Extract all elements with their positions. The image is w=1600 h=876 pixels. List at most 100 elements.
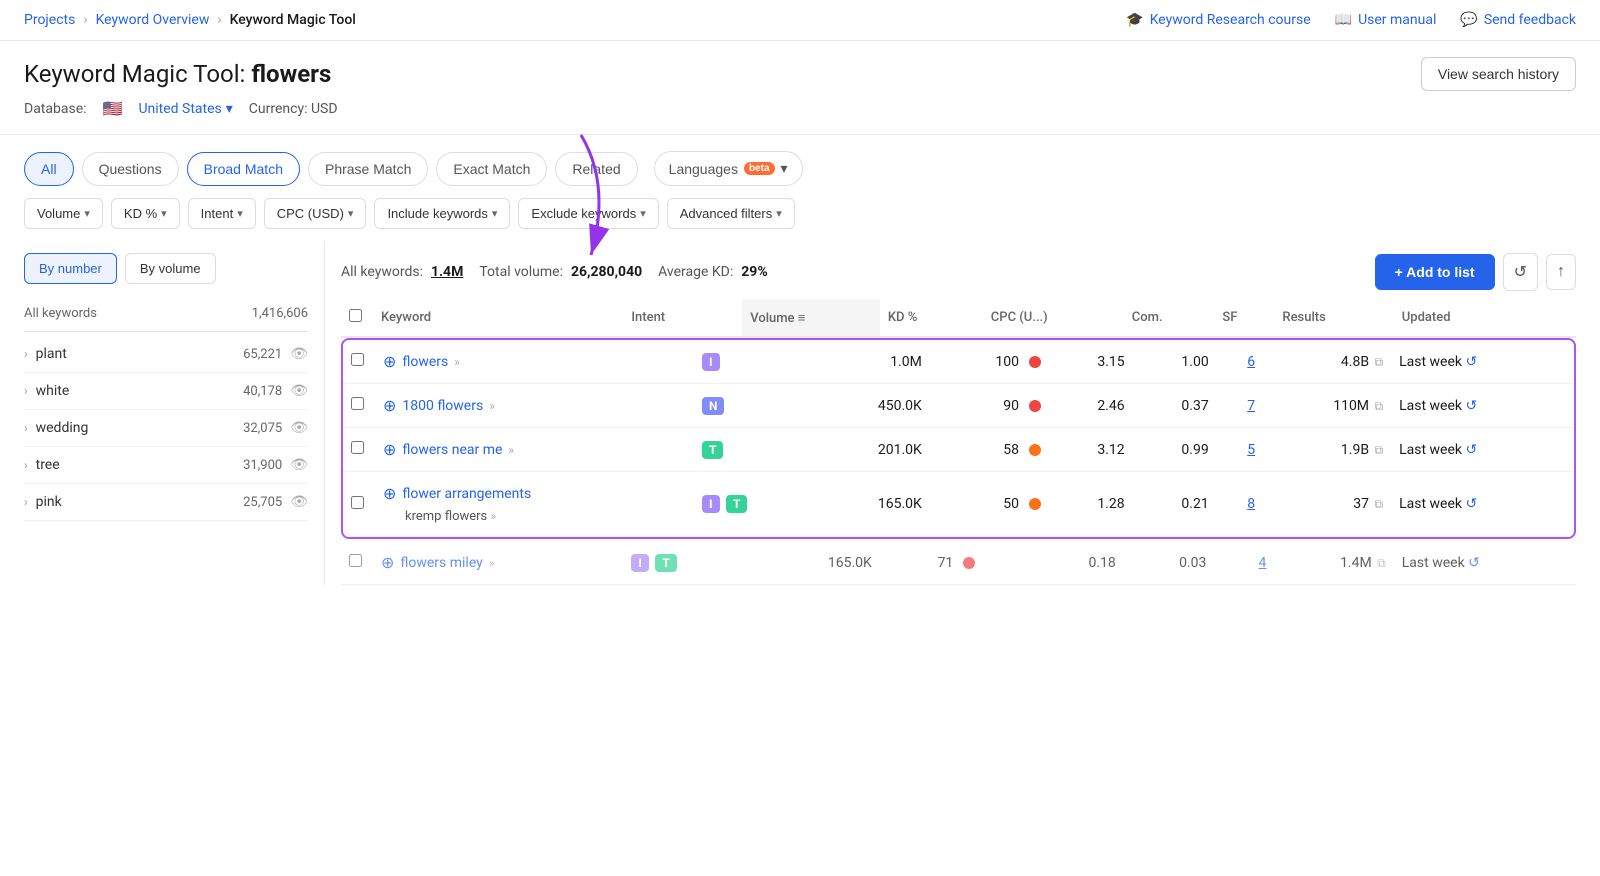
avg-kd-label: Average KD: [658, 264, 733, 280]
sidebar-item-plant[interactable]: › plant 65,221 👁 [24, 336, 308, 373]
view-history-button[interactable]: View search history [1421, 57, 1576, 91]
kd-filter[interactable]: KD % ▾ [111, 198, 180, 229]
book-icon: 📖 [1335, 12, 1352, 28]
arrow-expand-icon[interactable]: » [489, 399, 495, 413]
plus-circle-icon[interactable]: ⊕ [383, 484, 396, 503]
arrow-expand-icon[interactable]: » [489, 556, 495, 570]
breadcrumb-sep2: › [217, 12, 221, 28]
sidebar-item-pink[interactable]: › pink 25,705 👁 [24, 484, 308, 521]
user-manual-link[interactable]: 📖 User manual [1335, 12, 1437, 28]
tab-all[interactable]: All [24, 152, 74, 186]
breadcrumb-keyword-overview[interactable]: Keyword Overview [96, 12, 210, 28]
chevron-down-icon: ▾ [776, 207, 782, 220]
eye-icon[interactable]: 👁 [290, 420, 308, 436]
cpc-filter[interactable]: CPC (USD) ▾ [264, 198, 367, 229]
sidebar: By number By volume All keywords 1,416,6… [24, 241, 324, 585]
intent-filter[interactable]: Intent ▾ [188, 198, 256, 229]
send-feedback-label: Send feedback [1484, 12, 1576, 28]
expand-icon: › [24, 347, 28, 361]
send-feedback-link[interactable]: 💬 Send feedback [1460, 12, 1576, 28]
graduation-icon: 🎓 [1126, 12, 1143, 28]
select-all-checkbox[interactable] [349, 309, 362, 322]
tab-related[interactable]: Related [555, 152, 637, 186]
nav-links: 🎓 Keyword Research course 📖 User manual … [1126, 12, 1576, 28]
refresh-icon[interactable]: ↺ [1468, 555, 1480, 571]
include-keywords-filter[interactable]: Include keywords ▾ [374, 198, 510, 229]
message-icon: 💬 [1460, 12, 1477, 28]
page-header: Keyword Magic Tool: flowers View search … [0, 41, 1600, 91]
row-checkbox[interactable] [343, 428, 375, 472]
user-manual-label: User manual [1358, 12, 1436, 28]
volume-label: Volume [37, 206, 80, 221]
arrow-expand-icon[interactable]: » [508, 443, 514, 457]
sidebar-item-count: 31,900 [243, 458, 282, 473]
col-volume[interactable]: Volume ≡ [742, 299, 880, 337]
updated-cell: Last week ↺ [1391, 384, 1574, 428]
total-volume-label: Total volume: [479, 264, 563, 280]
breadcrumb: Projects › Keyword Overview › Keyword Ma… [24, 12, 356, 28]
row-checkbox[interactable] [341, 541, 373, 585]
sub-keyword: kremp flowers [405, 509, 487, 524]
breadcrumb-sep1: › [83, 12, 87, 28]
keyword-link[interactable]: flowers [402, 354, 448, 370]
export-button[interactable]: ↑ [1546, 254, 1576, 290]
updated-cell: Last week ↺ [1391, 428, 1574, 472]
exclude-keywords-filter[interactable]: Exclude keywords ▾ [518, 198, 658, 229]
col-cpc: CPC (U...) [983, 299, 1124, 337]
eye-icon[interactable]: 👁 [290, 346, 308, 362]
sf-cell: 6 [1217, 340, 1263, 384]
by-number-btn[interactable]: By number [24, 253, 117, 284]
table-row-flower-arrangements: ⊕ flower arrangements kremp flowers » [343, 472, 1574, 537]
sidebar-item-wedding[interactable]: › wedding 32,075 👁 [24, 410, 308, 447]
keyword-link[interactable]: flowers near me [402, 442, 502, 458]
tab-questions[interactable]: Questions [82, 152, 179, 186]
refresh-icon[interactable]: ↺ [1465, 398, 1477, 414]
page-title-keyword: flowers [251, 60, 331, 88]
advanced-filters[interactable]: Advanced filters ▾ [667, 198, 795, 229]
plus-circle-icon[interactable]: ⊕ [383, 440, 396, 459]
breadcrumb-projects[interactable]: Projects [24, 12, 75, 28]
intent-badge-t: T [655, 554, 676, 572]
keyword-research-course-link[interactable]: 🎓 Keyword Research course [1126, 12, 1310, 28]
eye-icon[interactable]: 👁 [290, 494, 308, 510]
breadcrumb-current: Keyword Magic Tool [230, 12, 356, 28]
plus-circle-icon[interactable]: ⊕ [381, 553, 394, 572]
row-checkbox[interactable] [343, 472, 375, 537]
tab-broad-match[interactable]: Broad Match [187, 152, 300, 186]
arrow-expand-icon[interactable]: » [491, 509, 497, 523]
plus-circle-icon[interactable]: ⊕ [383, 396, 396, 415]
refresh-button[interactable]: ↺ [1503, 253, 1538, 291]
eye-icon[interactable]: 👁 [290, 457, 308, 473]
results-cell: 37 ⧉ [1263, 472, 1391, 537]
keyword-link[interactable]: flower arrangements [402, 486, 531, 502]
chevron-down-icon: ▾ [237, 207, 243, 220]
eye-icon[interactable]: 👁 [290, 383, 308, 399]
updated-cell: Last week ↺ [1394, 541, 1576, 585]
refresh-icon[interactable]: ↺ [1465, 442, 1477, 458]
keyword-link[interactable]: 1800 flowers [402, 398, 483, 414]
tab-exact-match[interactable]: Exact Match [436, 152, 547, 186]
cpc-cell: 1.28 [1049, 472, 1133, 537]
refresh-icon[interactable]: ↺ [1465, 496, 1477, 512]
updated-cell: Last week ↺ [1391, 472, 1574, 537]
chevron-down-icon: ▾ [84, 207, 90, 220]
col-kd: KD % [880, 299, 983, 337]
advanced-label: Advanced filters [680, 206, 773, 221]
row-checkbox[interactable] [343, 384, 375, 428]
arrow-expand-icon[interactable]: » [454, 355, 460, 369]
content-area: By number By volume All keywords 1,416,6… [0, 241, 1600, 585]
volume-filter[interactable]: Volume ▾ [24, 198, 103, 229]
add-to-list-button[interactable]: + Add to list [1375, 254, 1495, 290]
sidebar-controls: By number By volume [24, 241, 308, 284]
by-volume-btn[interactable]: By volume [125, 253, 216, 284]
row-checkbox[interactable] [343, 340, 375, 384]
tab-languages[interactable]: Languages beta ▾ [654, 151, 803, 186]
tab-phrase-match[interactable]: Phrase Match [308, 152, 428, 186]
kd-cell: 90 [930, 384, 1049, 428]
sidebar-item-white[interactable]: › white 40,178 👁 [24, 373, 308, 410]
sidebar-item-tree[interactable]: › tree 31,900 👁 [24, 447, 308, 484]
refresh-icon[interactable]: ↺ [1465, 354, 1477, 370]
keyword-link[interactable]: flowers miley [400, 555, 482, 571]
plus-circle-icon[interactable]: ⊕ [383, 352, 396, 371]
database-country-link[interactable]: United States ▾ [138, 101, 232, 117]
